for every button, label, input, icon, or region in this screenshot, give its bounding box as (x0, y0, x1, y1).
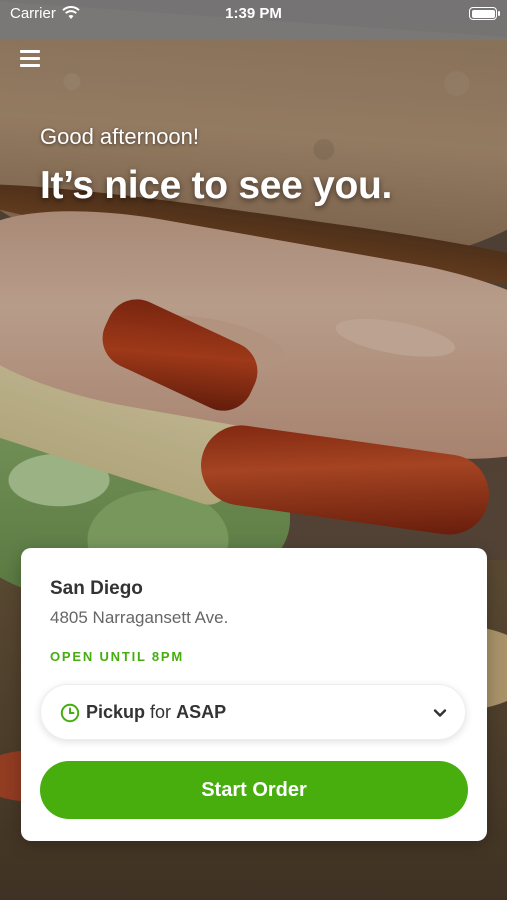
greeting-text: Good afternoon! (40, 124, 200, 149)
clock-icon (60, 703, 80, 723)
order-mode-time: ASAP (176, 702, 227, 722)
clock-time: 1:39 PM (225, 5, 282, 22)
headline-text: It’s nice to see you. (40, 164, 393, 207)
order-mode-connector: for (150, 702, 172, 722)
order-mode-selector[interactable]: Pickup for ASAP (40, 684, 466, 740)
hamburger-menu-icon[interactable] (20, 50, 42, 68)
location-hours: OPEN UNTIL 8PM (50, 649, 185, 664)
start-order-button[interactable]: Start Order (40, 761, 468, 819)
order-mode-label: Pickup for ASAP (86, 702, 226, 723)
location-card: San Diego 4805 Narragansett Ave. OPEN UN… (21, 548, 487, 841)
battery-icon (469, 7, 500, 20)
chevron-down-icon (433, 709, 447, 717)
location-name: San Diego (50, 578, 143, 599)
location-address: 4805 Narragansett Ave. (50, 608, 229, 627)
status-bar: Carrier 1:39 PM (0, 0, 507, 40)
order-mode-type: Pickup (86, 702, 146, 722)
